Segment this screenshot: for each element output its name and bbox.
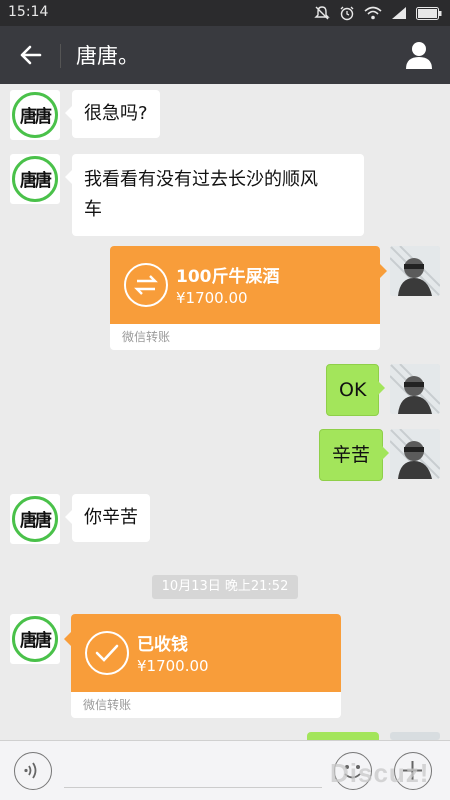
- transfer-title: 100斤牛屎酒: [176, 267, 280, 287]
- my-avatar-image: [390, 246, 440, 296]
- message-timestamp: 10月13日 晚上21:52: [152, 575, 298, 599]
- message-text: 你辛苦: [84, 507, 138, 528]
- message-input-field[interactable]: [64, 787, 322, 788]
- status-icons: [314, 5, 442, 21]
- my-avatar-image: [390, 364, 440, 414]
- transfer-card[interactable]: 已收钱 ¥1700.00 微信转账: [71, 614, 341, 718]
- message-bubble[interactable]: 我看看有没有过去长沙的顺风 车: [65, 154, 364, 236]
- contact-avatar[interactable]: 唐唐: [10, 90, 60, 140]
- message-text: 辛苦: [332, 444, 371, 466]
- transfer-footer: 微信转账: [83, 698, 132, 712]
- arrow-left-icon[interactable]: [16, 40, 46, 70]
- message-bubble[interactable]: 你辛苦: [65, 494, 150, 542]
- transfer-card[interactable]: 100斤牛屎酒 ¥1700.00 微信转账: [110, 246, 380, 350]
- my-avatar[interactable]: [390, 429, 440, 479]
- alarm-icon: [340, 6, 354, 21]
- message-text-line: 我看看有没有过去长沙的顺风: [84, 169, 318, 190]
- avatar-text: 唐唐: [20, 107, 52, 127]
- transfer-card-header: 100斤牛屎酒 ¥1700.00: [110, 246, 380, 324]
- transfer-arrows-icon: [124, 263, 168, 307]
- transfer-title: 已收钱: [137, 635, 188, 655]
- person-icon[interactable]: [404, 40, 434, 70]
- transfer-footer: 微信转账: [122, 330, 171, 344]
- transfer-card-header: 已收钱 ¥1700.00: [71, 614, 341, 692]
- mute-icon: [314, 6, 330, 20]
- message-text-line: 车: [84, 199, 102, 220]
- avatar-text: 唐唐: [20, 171, 52, 191]
- bubble-tail: [64, 632, 71, 646]
- contact-avatar[interactable]: 唐唐: [10, 154, 60, 204]
- status-time: 15:14: [8, 4, 49, 20]
- transfer-amount: ¥1700.00: [137, 657, 209, 675]
- chat-title: 唐唐。: [76, 44, 139, 68]
- checkmark-icon: [85, 631, 129, 675]
- chat-header: 唐唐。: [0, 26, 450, 84]
- my-avatar[interactable]: [390, 246, 440, 296]
- my-avatar[interactable]: [390, 732, 440, 740]
- avatar-text: 唐唐: [20, 511, 52, 531]
- bubble-tail: [380, 264, 387, 278]
- signal-icon: [392, 7, 406, 19]
- message-text: 很急吗?: [84, 103, 148, 124]
- avatar-text: 唐唐: [20, 631, 52, 651]
- battery-icon: [416, 6, 442, 20]
- contact-avatar[interactable]: 唐唐: [10, 614, 60, 664]
- message-bubble[interactable]: 很急吗?: [65, 90, 160, 138]
- transfer-amount: ¥1700.00: [176, 289, 248, 307]
- status-bar: 15:14: [0, 0, 450, 26]
- message-text: OK: [339, 379, 367, 401]
- voice-icon[interactable]: [14, 752, 52, 790]
- wifi-icon: [364, 6, 382, 20]
- message-bubble-mine-partial[interactable]: [307, 732, 379, 740]
- message-bubble-mine[interactable]: OK: [326, 364, 386, 416]
- my-avatar-image: [390, 429, 440, 479]
- my-avatar[interactable]: [390, 364, 440, 414]
- header-divider: [60, 44, 61, 68]
- message-bubble-mine[interactable]: 辛苦: [319, 429, 390, 481]
- contact-avatar[interactable]: 唐唐: [10, 494, 60, 544]
- watermark: Discuz!: [330, 758, 430, 788]
- chat-area[interactable]: 唐唐 很急吗? 唐唐 我看看有没有过去长沙的顺风 车 100斤牛屎酒 ¥1700…: [0, 84, 450, 740]
